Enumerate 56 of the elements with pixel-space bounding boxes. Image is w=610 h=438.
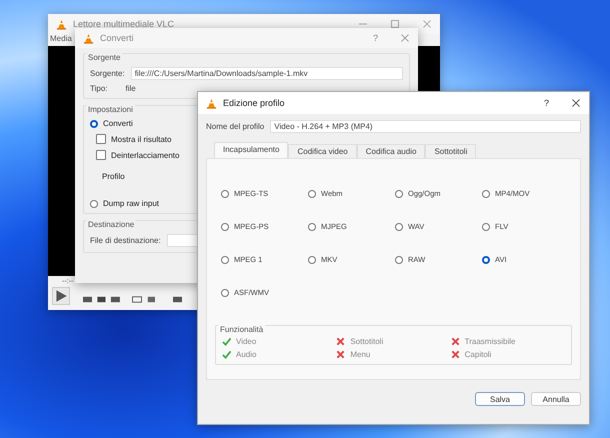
window-title: Lettore multimediale VLC (73, 19, 174, 29)
tab[interactable]: Codifica audio (356, 144, 426, 158)
radio-label: Converti (103, 119, 133, 128)
profile-label: Profilo (101, 172, 126, 181)
radio-button[interactable] (395, 256, 403, 264)
tab[interactable]: Incapsulamento (214, 142, 288, 158)
tab[interactable]: Sottotitoli (425, 144, 476, 158)
checkbox-label: Mostra il risultato (111, 134, 172, 144)
radio-button[interactable] (221, 222, 229, 230)
feature-label: Sottotitoli (350, 337, 384, 346)
radio-button[interactable] (221, 190, 229, 198)
traffic-cone-icon (206, 98, 217, 108)
feature-label: Traasmissibile (464, 337, 516, 346)
radio-button[interactable] (308, 190, 316, 198)
group-legend: Impostazioni (86, 105, 135, 114)
group-legend: Funzionalità (218, 325, 266, 334)
dialog-button[interactable]: Annulla (531, 392, 581, 406)
play-icon[interactable] (52, 287, 70, 305)
profile-name-field[interactable]: Video - H.264 + MP3 (MP4) (270, 120, 581, 133)
type-value: file (124, 84, 136, 93)
tab[interactable]: Codifica video (288, 144, 357, 158)
field-label: Tipo: (90, 84, 108, 93)
radio-button[interactable] (90, 200, 98, 208)
maximize-icon[interactable] (390, 19, 400, 29)
dialog-title: Converti (100, 33, 134, 43)
help-button[interactable]: ? (544, 98, 549, 108)
field-label: File di destinazione: (90, 236, 161, 245)
dialog-button[interactable]: Salva (475, 392, 525, 406)
radio-label: Dump raw input (103, 199, 160, 208)
checkbox[interactable] (96, 150, 106, 160)
traffic-cone-icon (56, 18, 67, 30)
close-icon[interactable] (571, 98, 581, 108)
radio-button[interactable] (308, 222, 316, 230)
radio-button[interactable] (90, 120, 98, 128)
radio-button[interactable] (221, 288, 229, 296)
radio-button[interactable] (482, 256, 490, 264)
group-legend: Destinazione (86, 220, 136, 229)
radio-button[interactable] (221, 256, 229, 264)
radio-button[interactable] (482, 190, 490, 198)
checkbox[interactable] (96, 134, 106, 144)
radio-button[interactable] (482, 222, 490, 230)
radio-button[interactable] (395, 222, 403, 230)
traffic-cone-icon (83, 32, 94, 44)
radio-button[interactable] (308, 256, 316, 264)
source-field[interactable]: file:///C:/Users/Martina/Downloads/sample-1.mkv (130, 67, 403, 80)
group-legend: Sorgente (86, 53, 122, 62)
field-label: Nome del profilo (206, 122, 264, 131)
checkbox-label: Deinterlacciamento (111, 150, 180, 160)
feature-label: Audio (236, 350, 256, 359)
feature-label: Capitoli (464, 350, 492, 359)
radio-button[interactable] (395, 190, 403, 198)
dialog-title: Edizione profilo (223, 98, 285, 108)
feature-label: Menu (350, 350, 370, 359)
field-label: Sorgente: (90, 69, 125, 78)
feature-label: Video (236, 337, 256, 346)
menu-item[interactable]: Media (50, 34, 72, 46)
